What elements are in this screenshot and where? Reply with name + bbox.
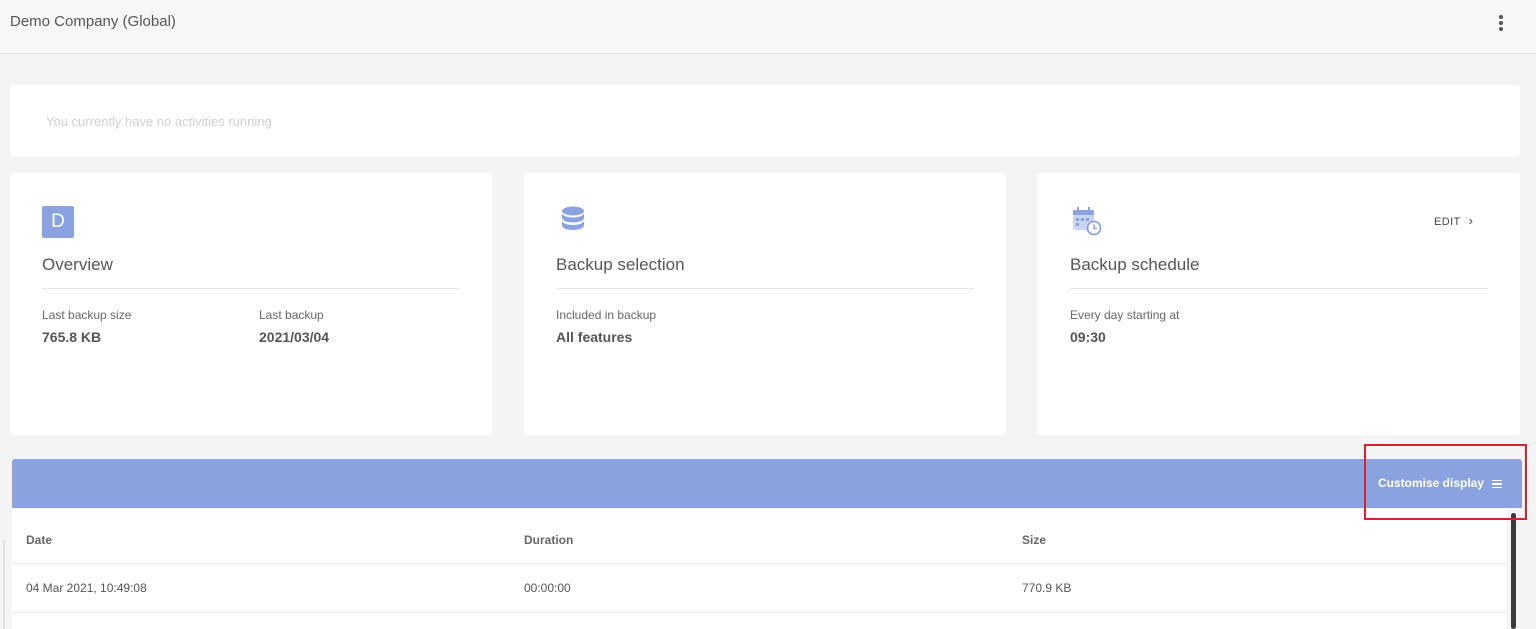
included-label: Included in backup [556,308,657,322]
backups-table: Customise display Date Duration Size 04 … [12,459,1522,629]
row-divider [12,563,1507,564]
top-bar: Demo Company (Global) [0,0,1536,54]
overview-card: D Overview Last backup size 765.8 KB Las… [10,173,492,435]
column-header-duration[interactable]: Duration [524,533,573,547]
cell-date: 04 Mar 2021, 10:49:08 [26,581,147,595]
activity-panel: You currently have no activities running [10,85,1520,157]
last-backup-size-label: Last backup size [42,308,132,322]
edit-label: EDIT [1434,216,1461,228]
backup-schedule-title: Backup schedule [1070,255,1200,274]
table-body: Date Duration Size 04 Mar 2021, 10:49:08… [12,508,1507,629]
chevron-right-icon: › [1468,213,1474,228]
backup-selection-title: Backup selection [556,255,685,274]
divider [1070,288,1488,289]
schedule-time-value: 09:30 [1070,329,1106,345]
cell-size: 770.9 KB [1022,581,1072,595]
backup-schedule-card: EDIT › Backup schedule Every day starting… [1038,173,1520,435]
kebab-vertical-icon[interactable] [1492,13,1510,33]
company-name: Demo Company (Global) [10,13,176,30]
table-toolbar: Customise display [12,459,1522,508]
company-initial-icon: D [42,206,74,238]
included-value: All features [556,329,633,345]
backup-selection-card: Backup selection Included in backup All … [524,173,1006,435]
menu-lines-icon [1492,478,1503,491]
column-header-size[interactable]: Size [1022,533,1046,547]
edit-schedule-link[interactable]: EDIT › [1434,213,1473,228]
activity-message: You currently have no activities running [46,114,272,129]
cell-duration: 00:00:00 [524,581,571,595]
divider [42,288,460,289]
customise-display-label: Customise display [1378,476,1485,490]
frequency-label: Every day starting at [1070,308,1180,322]
divider [556,288,974,289]
column-header-date[interactable]: Date [26,533,52,547]
last-backup-size-value: 765.8 KB [42,329,102,345]
calendar-clock-icon [1073,207,1102,236]
row-divider [12,612,1507,613]
last-backup-value: 2021/03/04 [259,329,330,345]
left-edge-line [3,540,5,629]
customise-display-button[interactable]: Customise display [1378,476,1503,491]
scrollbar[interactable] [1511,513,1516,629]
database-icon [562,206,584,230]
last-backup-label: Last backup [259,308,324,322]
overview-title: Overview [42,255,113,274]
